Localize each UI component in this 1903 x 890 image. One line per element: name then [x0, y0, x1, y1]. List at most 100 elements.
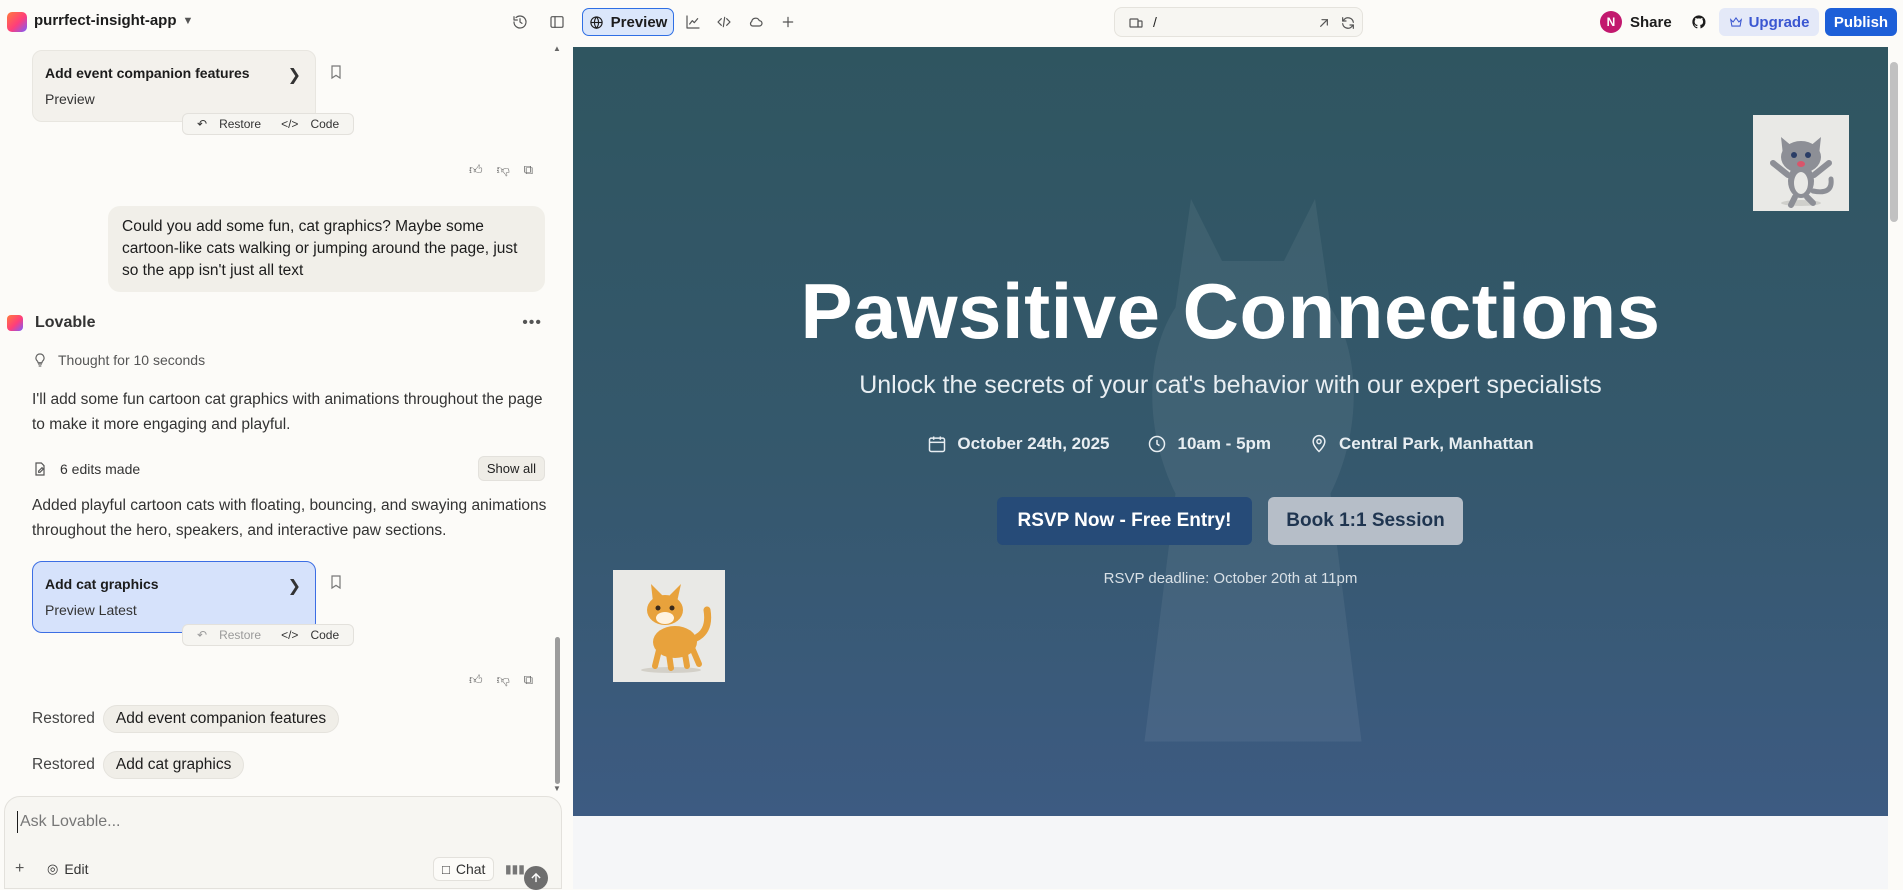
share-label: Share — [1630, 13, 1672, 31]
copy-icon[interactable]: ⧉ — [524, 162, 533, 178]
version-card-title: Add cat graphics — [45, 576, 159, 592]
book-session-button[interactable]: Book 1:1 Session — [1268, 497, 1463, 545]
restored-row: Restored Add cat graphics — [32, 751, 245, 779]
lovable-logo-icon — [7, 315, 23, 331]
upgrade-button[interactable]: Upgrade — [1719, 8, 1819, 36]
palette-icon: ◎ — [47, 861, 59, 876]
share-button[interactable]: N Share — [1600, 8, 1672, 36]
version-card-event-features[interactable]: Add event companion features Preview ❯ — [32, 50, 316, 122]
add-tab-icon[interactable] — [775, 9, 801, 35]
thumbs-up-icon[interactable]: 👍︎ — [469, 162, 483, 178]
restore-button[interactable]: ↶ Restore — [189, 628, 269, 642]
chat-input[interactable] — [17, 811, 537, 833]
map-pin-icon — [1312, 434, 1326, 453]
plus-icon[interactable]: + — [15, 857, 24, 881]
chat-composer: + ◎ Edit □ Chat ▮▮▮ — [4, 796, 562, 889]
rsvp-deadline: RSVP deadline: October 20th at 11pm — [1103, 570, 1358, 587]
voice-icon[interactable]: ▮▮▮ — [505, 857, 525, 881]
scroll-down-icon[interactable]: ▼ — [553, 784, 561, 793]
code-icon[interactable] — [711, 9, 737, 35]
assistant-reply-intro: I'll add some fun cartoon cat graphics w… — [32, 391, 543, 433]
version-actions: ↶ Restore </> Code — [182, 624, 355, 646]
bookmark-icon[interactable] — [328, 64, 344, 80]
arrow-up-icon — [531, 872, 541, 883]
chevron-down-icon: ▼ — [182, 14, 194, 27]
code-label: Code — [310, 117, 340, 131]
upgrade-label: Upgrade — [1748, 13, 1810, 31]
chat-label: Chat — [455, 861, 486, 877]
url-bar[interactable]: / — [1114, 7, 1363, 37]
open-external-icon[interactable] — [1311, 10, 1337, 36]
send-button[interactable] — [524, 866, 548, 890]
cartoon-cat-jumping — [1753, 115, 1849, 211]
event-location: Central Park, Manhattan — [1309, 434, 1534, 454]
edits-summary: 6 edits made Show all — [32, 456, 545, 481]
code-button[interactable]: </> Code — [273, 628, 347, 642]
feedback-actions: 👍︎ 👎︎ ⧉ — [469, 672, 533, 688]
file-edit-icon — [35, 461, 45, 476]
thought-label: Thought for 10 seconds — [58, 352, 206, 368]
event-time-text: 10am - 5pm — [1177, 434, 1272, 453]
github-icon[interactable] — [1686, 9, 1712, 35]
cloud-icon[interactable] — [743, 9, 769, 35]
chat-mode-button[interactable]: □ Chat — [433, 857, 495, 881]
rsvp-button[interactable]: RSVP Now - Free Entry! — [997, 497, 1252, 545]
assistant-reply-summary: Added playful cartoon cats with floating… — [32, 497, 547, 539]
publish-button[interactable]: Publish — [1825, 8, 1897, 36]
analytics-icon[interactable] — [680, 9, 706, 35]
crown-icon — [1729, 17, 1742, 27]
thumbs-down-icon[interactable]: 👎︎ — [497, 672, 510, 688]
restored-prefix: Restored — [32, 756, 95, 773]
lightbulb-icon — [35, 353, 45, 367]
chat-scrollbar[interactable] — [555, 637, 560, 784]
sidebar-toggle-icon[interactable] — [544, 9, 570, 35]
event-details: October 24th, 2025 10am - 5pm Central Pa… — [573, 434, 1888, 454]
edit-mode-button[interactable]: ◎ Edit — [47, 857, 88, 881]
refresh-icon[interactable] — [1335, 10, 1361, 36]
chevron-right-icon: ❯ — [287, 67, 301, 84]
event-date-text: October 24th, 2025 — [957, 434, 1110, 453]
event-time: 10am - 5pm — [1147, 434, 1271, 454]
scroll-up-icon[interactable]: ▲ — [553, 44, 561, 53]
tab-preview[interactable]: Preview — [582, 8, 674, 36]
device-toggle-icon[interactable] — [1123, 10, 1149, 36]
undo-icon: ↶ — [197, 628, 208, 642]
lovable-logo[interactable] — [7, 12, 27, 32]
restore-button[interactable]: ↶ Restore — [189, 117, 269, 131]
restored-chip[interactable]: Add event companion features — [102, 705, 340, 733]
hero-subtitle: Unlock the secrets of your cat's behavio… — [859, 371, 1602, 399]
tab-preview-label: Preview — [610, 13, 668, 31]
thumbs-up-icon[interactable]: 👍︎ — [469, 672, 483, 688]
restore-label: Restore — [219, 117, 262, 131]
thumbs-down-icon[interactable]: 👎︎ — [497, 162, 510, 178]
calendar-icon — [929, 436, 946, 453]
url-path[interactable]: / — [1153, 14, 1157, 30]
event-date: October 24th, 2025 — [927, 434, 1109, 454]
preview-pane[interactable]: Pawsitive Connections Unlock the secrets… — [573, 47, 1888, 889]
edit-label: Edit — [64, 861, 89, 877]
chat-bubble-icon: □ — [442, 861, 450, 877]
thought-indicator[interactable]: Thought for 10 seconds — [32, 352, 205, 368]
history-icon[interactable] — [507, 9, 533, 35]
event-location-text: Central Park, Manhattan — [1339, 434, 1534, 453]
preview-scrollbar[interactable] — [1890, 62, 1898, 222]
top-bar: purrfect-insight-app ▼ Preview / N Share… — [0, 0, 1903, 44]
globe-icon — [589, 15, 603, 29]
assistant-name: Lovable — [35, 314, 96, 331]
undo-icon: ↶ — [197, 117, 208, 131]
version-actions: ↶ Restore </> Code — [182, 113, 355, 135]
show-all-button[interactable]: Show all — [477, 456, 545, 481]
restored-chip[interactable]: Add cat graphics — [102, 751, 245, 779]
version-card-cat-graphics[interactable]: Add cat graphics Preview Latest ❯ — [32, 561, 316, 633]
hero-section: Pawsitive Connections Unlock the secrets… — [573, 47, 1888, 816]
edits-label: 6 edits made — [60, 460, 141, 477]
copy-icon[interactable]: ⧉ — [524, 672, 533, 688]
restore-label: Restore — [219, 628, 262, 642]
project-selector[interactable]: purrfect-insight-app ▼ — [34, 12, 193, 29]
bookmark-icon[interactable] — [328, 574, 344, 590]
version-card-subtitle: Preview — [45, 91, 95, 107]
version-card-subtitle: Preview Latest — [45, 602, 137, 618]
code-button[interactable]: </> Code — [273, 117, 347, 131]
clock-icon — [1149, 435, 1166, 453]
more-options-icon[interactable]: ••• — [522, 314, 542, 332]
